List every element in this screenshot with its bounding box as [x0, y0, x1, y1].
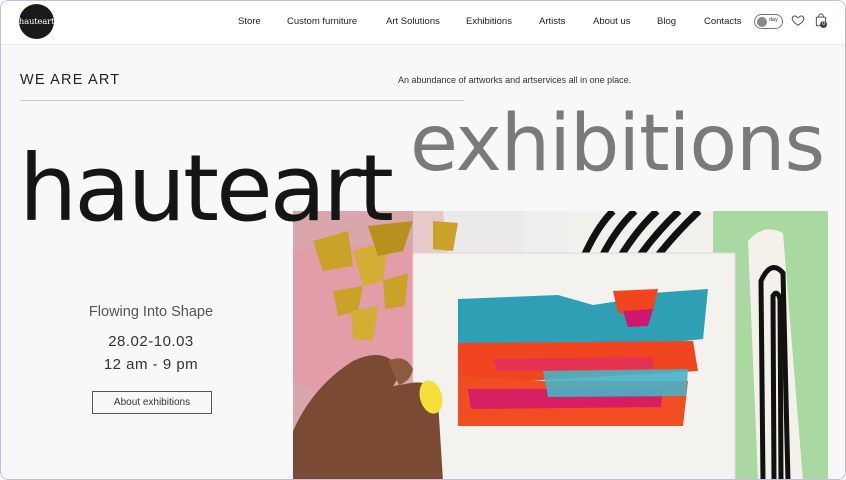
site-header: hauteart Store Custom furniture Art Solu… [1, 1, 845, 45]
theme-toggle[interactable]: day [754, 14, 783, 29]
cart-count-badge: 0 [820, 21, 827, 28]
nav-item-store[interactable]: Store [238, 16, 261, 27]
nav-item-custom-furniture[interactable]: Custom furniture [287, 16, 357, 27]
about-exhibitions-button[interactable]: About exhibitions [92, 391, 212, 414]
nav-item-about-us[interactable]: About us [593, 16, 631, 27]
shopping-bag-icon[interactable]: 0 [815, 13, 831, 31]
toggle-knob [757, 16, 767, 27]
nav-item-artists[interactable]: Artists [539, 16, 565, 27]
we-are-heading: WE ARE ART [20, 72, 121, 88]
heart-icon[interactable] [791, 13, 807, 31]
nav-item-exhibitions[interactable]: Exhibitions [466, 16, 512, 27]
exhibition-hours: 12 am - 9 pm [103, 356, 199, 373]
hauteart-headline: hauteart [19, 135, 394, 242]
main-nav: Store Custom furniture Art Solutions Exh… [1, 1, 845, 45]
toggle-label: day [769, 17, 778, 23]
page-frame: hauteart Store Custom furniture Art Solu… [0, 0, 846, 480]
heading-divider [20, 100, 464, 101]
nav-item-blog[interactable]: Blog [657, 16, 676, 27]
exhibition-artwork-photo [293, 211, 828, 479]
nav-item-art-solutions[interactable]: Art Solutions [386, 16, 440, 27]
exhibitions-headline: exhibitions [410, 99, 825, 189]
hero-tagline: An abundance of artworks and artservices… [398, 75, 632, 85]
nav-item-contacts[interactable]: Contacts [704, 16, 742, 27]
exhibition-title: Flowing Into Shape [88, 304, 214, 320]
exhibition-dates: 28.02-10.03 [108, 333, 194, 350]
